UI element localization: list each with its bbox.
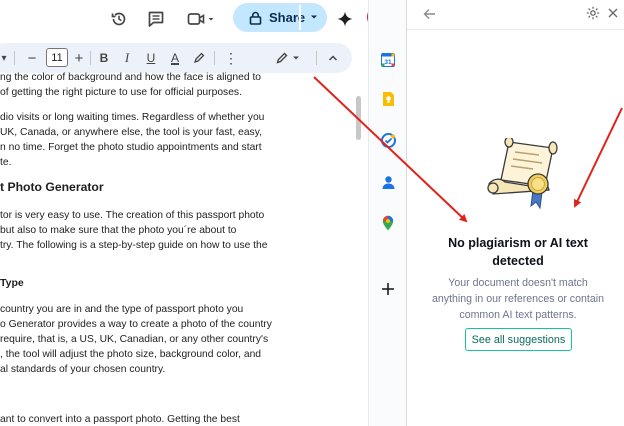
document-line: ng the color of background and how the f… — [0, 72, 262, 83]
toolbar-divider — [14, 51, 15, 65]
calendar-icon[interactable]: 31 — [378, 50, 398, 70]
certificate-scroll-illustration — [487, 136, 567, 212]
share-button[interactable]: Share — [233, 3, 327, 32]
toolbar-divider — [214, 51, 215, 65]
document-line: country you are in and the type of passp… — [0, 304, 244, 315]
add-icon[interactable] — [378, 279, 398, 299]
share-divider — [299, 5, 301, 30]
gear-icon[interactable] — [585, 5, 601, 21]
bold-button[interactable]: B — [97, 49, 111, 67]
document-line: try. The following is a step-by-step gui… — [0, 240, 268, 251]
toolbar-divider — [316, 51, 317, 65]
document-line: UK, Canada, or anywhere else, the tool i… — [0, 127, 262, 138]
panel-header — [407, 0, 624, 30]
document-line: , the tool will adjust the photo size, b… — [0, 349, 262, 360]
side-panel-strip: 31 — [368, 0, 406, 426]
docs-editor: Share E ▾ − 11 + B I U A ⋮ ng the — [0, 0, 368, 426]
result-title: No plagiarism or AI text detected — [448, 236, 588, 268]
comment-icon[interactable] — [145, 8, 167, 30]
scrollbar-thumb[interactable] — [356, 96, 361, 140]
document-subheading: Type — [0, 277, 24, 289]
contacts-icon[interactable] — [378, 172, 398, 192]
font-size-input[interactable]: 11 — [46, 48, 68, 67]
document-line: al standards of your chosen country. — [0, 364, 166, 375]
arrow-left-icon[interactable] — [421, 6, 437, 22]
plagiarism-check-panel: No plagiarism or AI text detected Your d… — [406, 0, 624, 426]
text-color-button[interactable]: A — [168, 49, 182, 67]
editing-mode-pencil-icon[interactable] — [275, 49, 303, 67]
decrease-font-size-button[interactable]: − — [25, 49, 39, 67]
formatting-toolbar: ▾ − 11 + B I U A ⋮ — [0, 43, 352, 73]
document-line: of getting the right picture to use for … — [0, 87, 242, 98]
document-line: tor is very easy to use. The creation of… — [0, 210, 265, 221]
lock-icon — [247, 10, 263, 26]
italic-button[interactable]: I — [121, 49, 133, 67]
see-all-suggestions-button[interactable]: See all suggestions — [465, 328, 572, 351]
result-description: Your document doesn't match anything in … — [432, 277, 604, 321]
chevron-down-icon[interactable] — [307, 8, 321, 26]
chevron-down-icon[interactable]: ▾ — [0, 49, 8, 67]
chevron-up-icon[interactable] — [326, 49, 340, 67]
video-camera-icon[interactable] — [186, 8, 218, 30]
maps-icon[interactable] — [378, 213, 398, 233]
document-line: ant to convert into a passport photo. Ge… — [0, 414, 240, 425]
history-icon[interactable] — [108, 8, 130, 30]
document-heading: t Photo Generator — [0, 180, 104, 194]
more-options-icon[interactable]: ⋮ — [224, 49, 238, 67]
underline-button[interactable]: U — [144, 49, 158, 67]
document-line: require, that is, a US, UK, Canadian, or… — [0, 334, 269, 345]
document-line: n no time. Forget the photo studio appoi… — [0, 142, 262, 153]
toolbar-divider — [90, 51, 91, 65]
document-line: o Generator provides a way to create a p… — [0, 319, 272, 330]
close-icon[interactable] — [606, 5, 620, 21]
document-line: but also to make sure that the photo you… — [0, 225, 237, 236]
document-line: te. — [0, 157, 12, 168]
tasks-icon[interactable] — [378, 130, 398, 150]
keep-notes-icon[interactable] — [378, 89, 398, 109]
gemini-sparkle-icon[interactable] — [334, 8, 356, 30]
document-line: dio visits or long waiting times. Regard… — [0, 112, 265, 123]
highlight-pen-icon[interactable] — [192, 49, 206, 67]
svg-text:31: 31 — [384, 59, 392, 66]
increase-font-size-button[interactable]: + — [72, 49, 86, 67]
